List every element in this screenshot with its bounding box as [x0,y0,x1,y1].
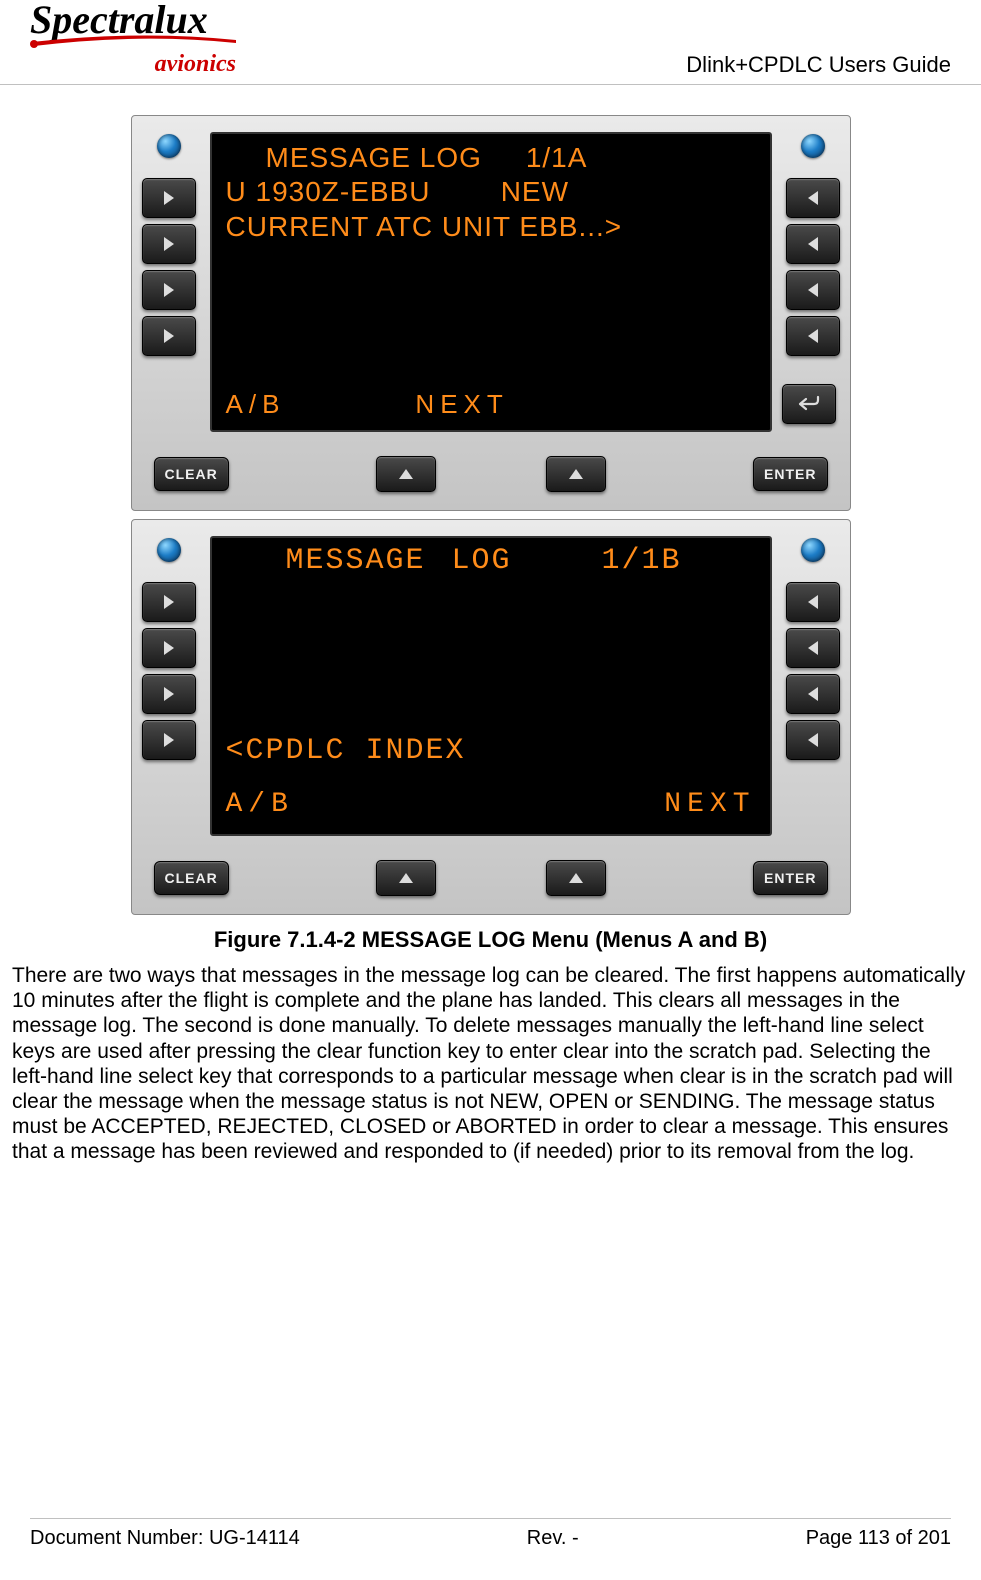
left-key-column [132,520,206,848]
document-title: Dlink+CPDLC Users Guide [686,52,951,78]
lsk-r1-button[interactable] [786,178,840,218]
lsk-l3-button[interactable] [142,674,196,714]
triangle-right-icon [164,191,174,205]
screen-page: 1/1B [602,544,682,578]
return-arrow-icon [798,395,820,413]
triangle-up-icon [569,469,583,479]
triangle-left-icon [808,733,818,747]
msg-line1-left: U 1930Z-EBBU [226,176,431,207]
body-paragraph: There are two ways that messages in the … [10,963,971,1165]
lsk-r4-button[interactable] [786,316,840,356]
cdu-device-a: MESSAGE LOG 1/1A U 1930Z-EBBU NEW CURREN… [131,115,851,511]
footer-ab: A/B [226,389,286,420]
lsk-l3-button[interactable] [142,270,196,310]
triangle-right-icon [164,733,174,747]
screen-page: 1/1A [526,142,588,173]
triangle-right-icon [164,595,174,609]
footer-ab: A/B [226,789,294,820]
triangle-left-icon [808,191,818,205]
lsk-l4-button[interactable] [142,720,196,760]
indicator-led-icon [157,134,181,158]
revision-label: Rev. - [527,1527,579,1550]
triangle-left-icon [808,237,818,251]
docnum-value: UG-14114 [209,1527,300,1549]
lsk-l2-button[interactable] [142,628,196,668]
lsk-r1-button[interactable] [786,582,840,622]
triangle-left-icon [808,595,818,609]
page-number: Page 113 of 201 [806,1527,951,1550]
triangle-left-icon [808,283,818,297]
msg-line1-right: NEW [501,176,569,207]
msg-line2: CURRENT ATC UNIT EBB...> [226,209,756,244]
screen-title: MESSAGE LOG [286,544,512,578]
indicator-led-icon [801,134,825,158]
triangle-right-icon [164,687,174,701]
cdu-screen-a: MESSAGE LOG 1/1A U 1930Z-EBBU NEW CURREN… [210,132,772,432]
cpdlc-index-link: <CPDLC INDEX [226,734,466,768]
lsk-r2-button[interactable] [786,628,840,668]
enter-button[interactable]: ENTER [753,457,827,491]
lsk-r4-button[interactable] [786,720,840,760]
triangle-up-icon [399,469,413,479]
scroll-up-button[interactable] [376,456,436,492]
lsk-l2-button[interactable] [142,224,196,264]
triangle-left-icon [808,641,818,655]
triangle-right-icon [164,641,174,655]
triangle-right-icon [164,283,174,297]
page-header: Spectralux avionics Dlink+CPDLC Users Gu… [0,0,981,85]
docnum-label: Document Number: [30,1527,209,1549]
scroll-up-button[interactable] [546,860,606,896]
left-key-column [132,116,206,444]
lsk-r3-button[interactable] [786,270,840,310]
screen-title: MESSAGE LOG [266,142,482,173]
enter-button[interactable]: ENTER [753,861,827,895]
cdu-device-b: MESSAGE LOG 1/1B <CPDLC INDEX A/B NEXT C… [131,519,851,915]
lsk-l1-button[interactable] [142,582,196,622]
triangle-up-icon [399,873,413,883]
lsk-l1-button[interactable] [142,178,196,218]
triangle-right-icon [164,329,174,343]
scroll-up-button[interactable] [546,456,606,492]
cdu-screen-b: MESSAGE LOG 1/1B <CPDLC INDEX A/B NEXT [210,536,772,836]
triangle-left-icon [808,687,818,701]
triangle-left-icon [808,329,818,343]
right-key-column [776,520,850,848]
triangle-up-icon [569,873,583,883]
triangle-right-icon [164,237,174,251]
clear-button[interactable]: CLEAR [154,457,229,491]
lsk-l4-button[interactable] [142,316,196,356]
lsk-r3-button[interactable] [786,674,840,714]
indicator-led-icon [157,538,181,562]
footer-next: NEXT [664,789,755,820]
lsk-return-button[interactable] [782,384,836,424]
clear-button[interactable]: CLEAR [154,861,229,895]
scroll-up-button[interactable] [376,860,436,896]
lsk-r2-button[interactable] [786,224,840,264]
page-footer: Document Number: UG-14114 Rev. - Page 11… [30,1518,951,1550]
figure-caption: Figure 7.1.4-2 MESSAGE LOG Menu (Menus A… [10,927,971,953]
brand-logo: Spectralux avionics [30,0,240,78]
footer-next: NEXT [415,389,508,420]
indicator-led-icon [801,538,825,562]
